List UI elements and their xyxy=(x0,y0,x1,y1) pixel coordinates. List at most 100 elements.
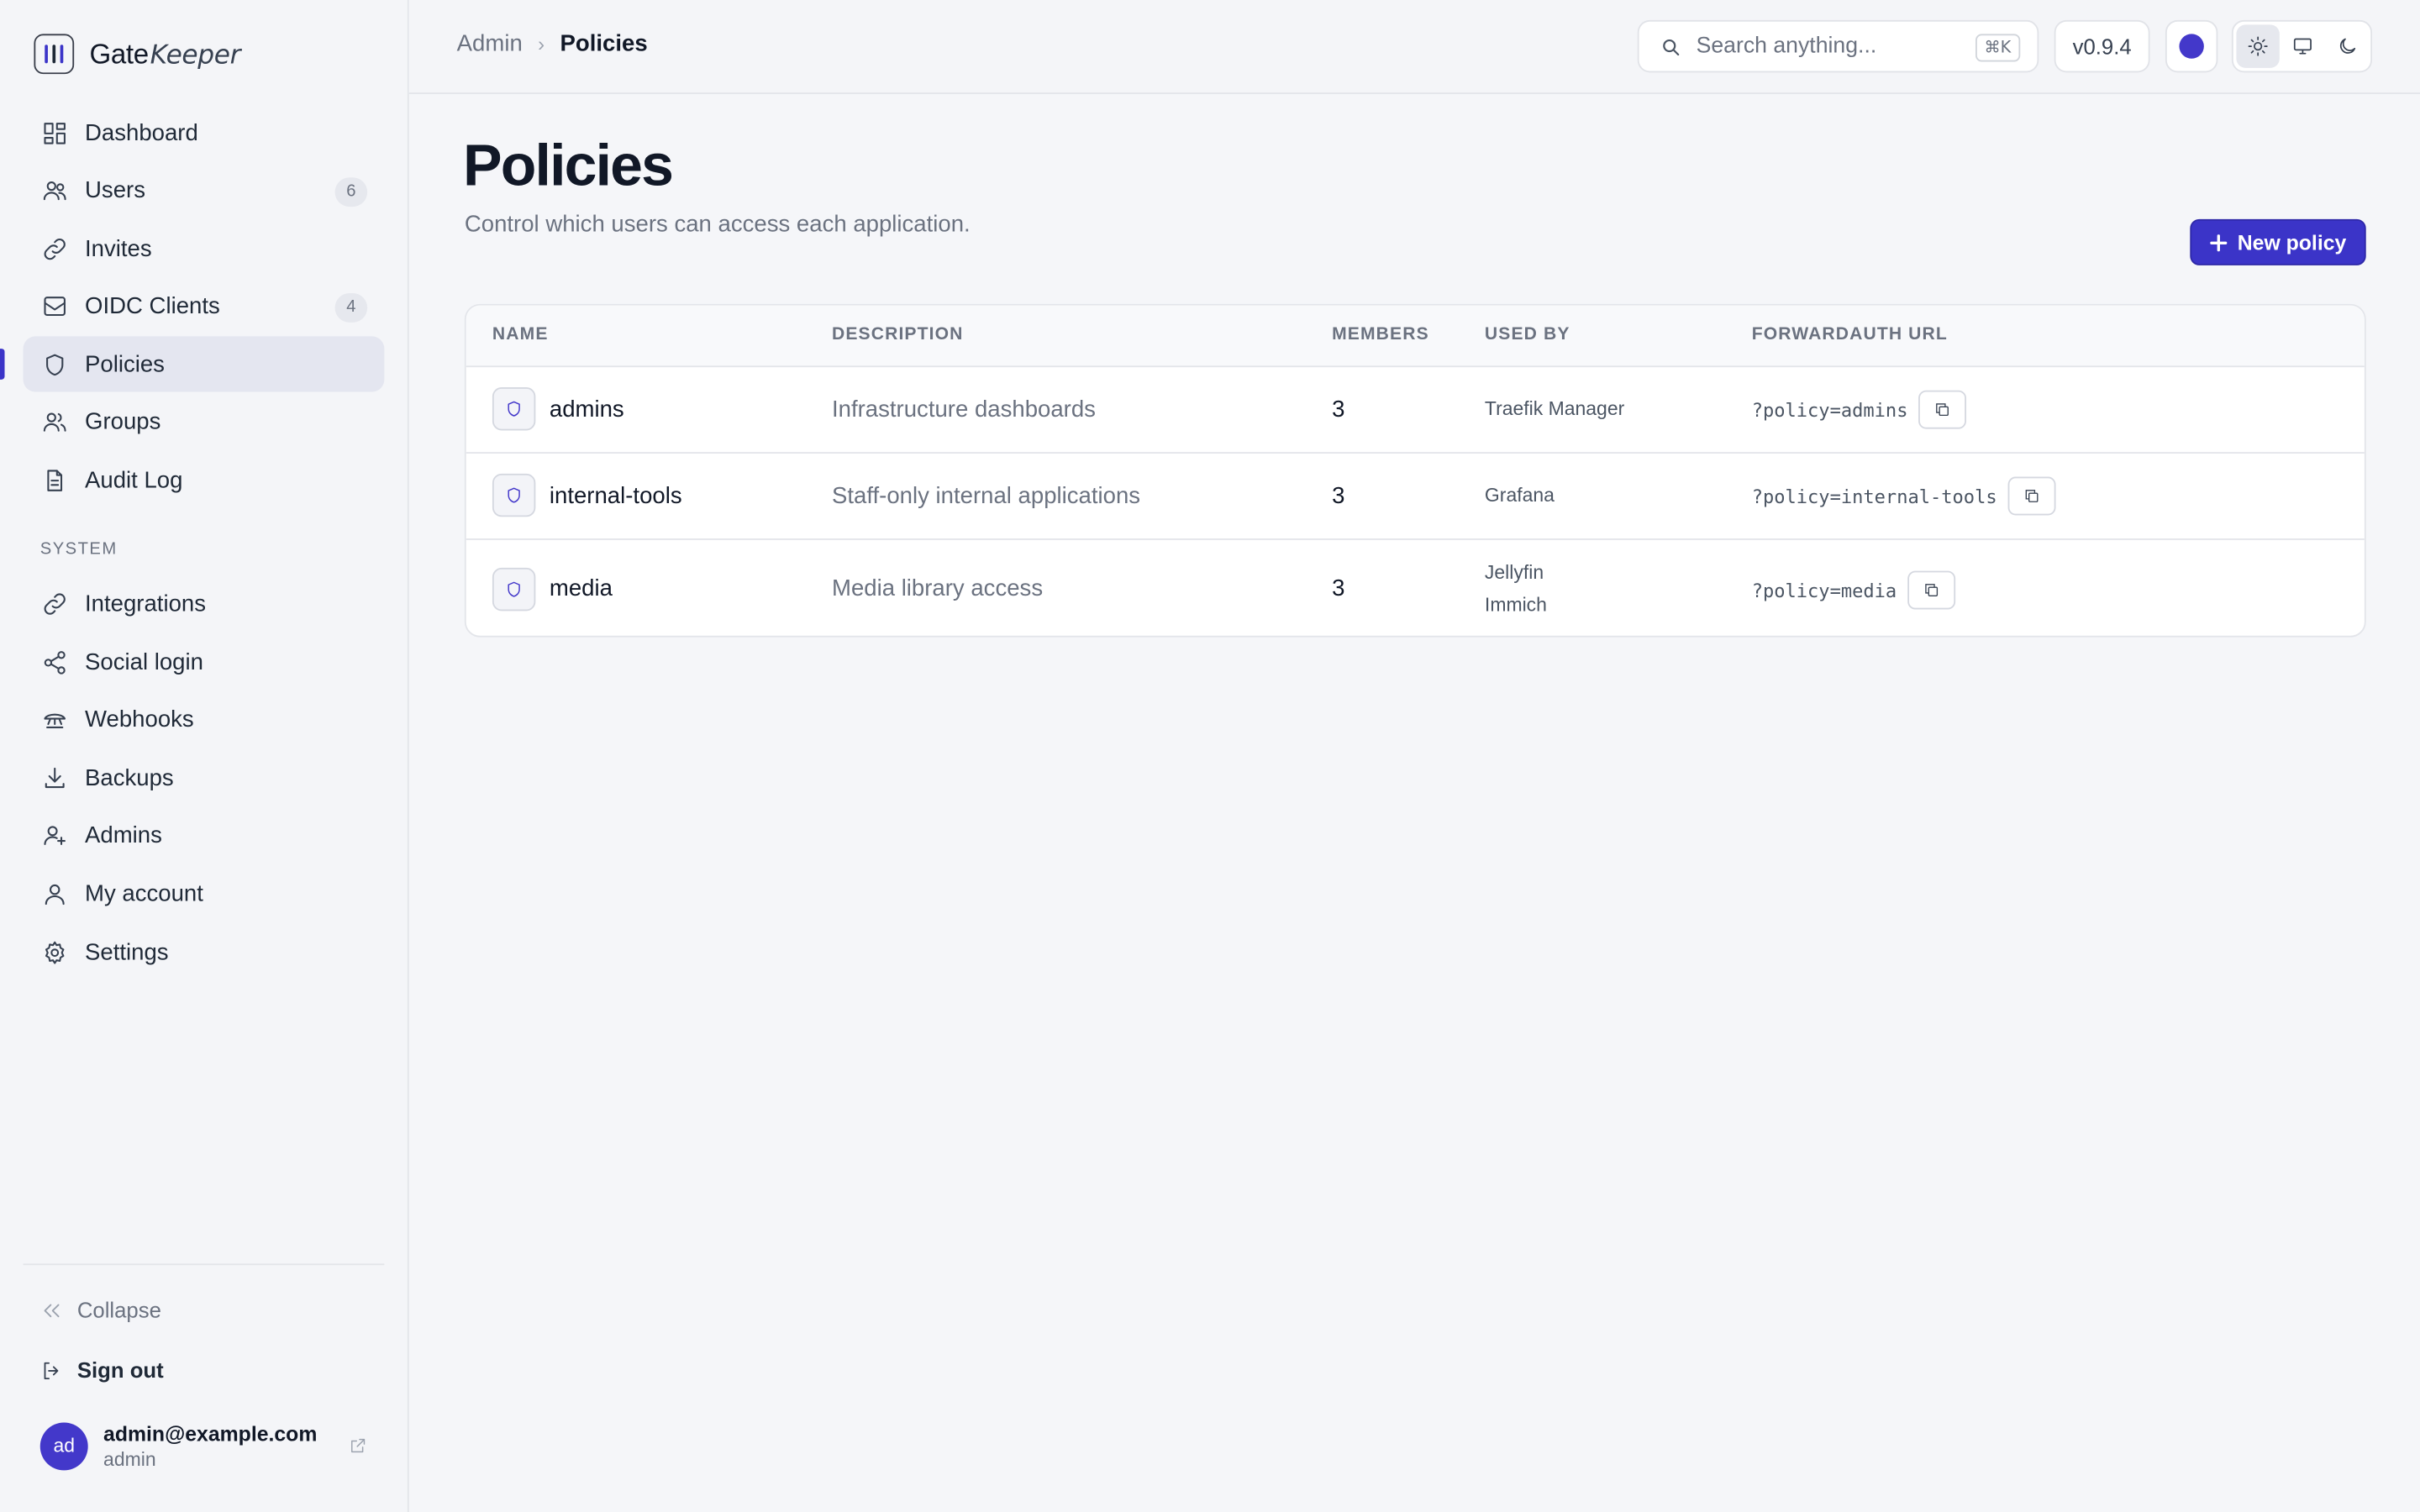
accent-color-swatch xyxy=(2179,34,2204,59)
breadcrumb-admin-link[interactable]: Admin xyxy=(457,31,523,57)
search-placeholder: Search anything... xyxy=(1696,34,1877,59)
policy-name[interactable]: internal-tools xyxy=(550,483,682,509)
sidebar-item-integrations[interactable]: Integrations xyxy=(24,576,385,632)
sidebar-item-webhooks[interactable]: Webhooks xyxy=(24,692,385,748)
sign-out-label: Sign out xyxy=(76,1357,164,1383)
policy-description: Infrastructure dashboards xyxy=(831,396,1096,423)
copy-url-button[interactable] xyxy=(2007,476,2056,516)
sidebar-item-label: Users xyxy=(85,177,145,204)
breadcrumb: Admin › Policies xyxy=(457,31,648,57)
sidebar-item-label: Backups xyxy=(85,764,174,791)
oidc-clients-count-badge: 4 xyxy=(334,292,368,323)
sidebar-item-label: Dashboard xyxy=(85,119,198,146)
policy-name[interactable]: media xyxy=(550,575,613,601)
sidebar-item-admins[interactable]: Admins xyxy=(24,808,385,864)
sidebar-item-label: Settings xyxy=(85,938,169,966)
system-theme-button[interactable] xyxy=(2281,24,2324,67)
copy-icon xyxy=(2025,490,2039,502)
brand[interactable]: Gate Keeper xyxy=(34,34,241,75)
shield-icon xyxy=(492,567,536,612)
new-policy-button[interactable]: New policy xyxy=(2190,218,2366,265)
gatekeeper-logo-icon xyxy=(34,34,75,75)
chevrons-left-icon xyxy=(44,1303,60,1317)
copy-url-button[interactable] xyxy=(1918,390,1967,429)
shield-icon xyxy=(492,473,536,517)
plus-icon xyxy=(2209,234,2227,251)
policy-url: ?policy=internal-tools xyxy=(1752,476,2056,516)
table-header: NAME DESCRIPTION MEMBERS USED BY FORWARD… xyxy=(466,305,2365,368)
copy-url-button[interactable] xyxy=(1907,570,1955,610)
collapse-button[interactable]: Collapse xyxy=(40,1298,161,1322)
page-title: Policies xyxy=(463,134,674,199)
column-header-members[interactable]: MEMBERS xyxy=(1332,326,1429,344)
collapse-label: Collapse xyxy=(76,1297,161,1323)
sidebar-item-invites[interactable]: Invites xyxy=(24,221,385,276)
system-section-label: SYSTEM xyxy=(39,539,118,559)
sidebar-item-label: Integrations xyxy=(85,591,207,617)
dashboard-icon xyxy=(40,118,68,146)
policy-used-by: Traefik Manager xyxy=(1485,393,1624,426)
breadcrumb-current: Policies xyxy=(560,30,648,57)
accent-color-button[interactable] xyxy=(2165,19,2218,73)
sidebar-item-label: Groups xyxy=(85,409,161,436)
users-icon xyxy=(40,176,68,204)
sidebar-divider xyxy=(23,1263,385,1266)
policy-members: 3 xyxy=(1332,396,1345,423)
account-card[interactable]: ad admin@example.com admin xyxy=(39,1416,371,1475)
account-role: admin xyxy=(103,1447,156,1470)
version-badge[interactable]: v0.9.4 xyxy=(2054,19,2150,73)
policy-url: ?policy=media xyxy=(1752,570,1955,610)
sidebar-nav: Dashboard Users 6 Invites OIDC Clients 4… xyxy=(0,105,385,983)
sidebar-item-social-login[interactable]: Social login xyxy=(24,634,385,690)
avatar: ad xyxy=(39,1421,88,1470)
document-icon xyxy=(40,467,68,495)
used-by-app: Traefik Manager xyxy=(1484,397,1625,420)
dark-theme-button[interactable] xyxy=(2326,24,2369,67)
table-row[interactable]: admins Infrastructure dashboards 3 Traef… xyxy=(466,367,2365,454)
brand-name: Gate Keeper xyxy=(89,37,241,71)
column-header-description[interactable]: DESCRIPTION xyxy=(832,326,963,344)
policy-used-by: Grafana xyxy=(1485,480,1555,512)
sidebar-item-label: Webhooks xyxy=(85,706,194,733)
column-header-forwardauth-url[interactable]: FORWARDAUTH URL xyxy=(1752,326,1948,344)
column-header-used-by[interactable]: USED BY xyxy=(1485,326,1570,344)
policy-members: 3 xyxy=(1332,575,1345,602)
theme-switcher xyxy=(2231,19,2373,73)
policy-description: Staff-only internal applications xyxy=(831,482,1141,510)
light-theme-button[interactable] xyxy=(2236,24,2280,68)
users-count-badge: 6 xyxy=(334,176,368,207)
table-row[interactable]: internal-tools Staff-only internal appli… xyxy=(466,454,2365,540)
monitor-icon xyxy=(2293,38,2312,55)
policy-description: Media library access xyxy=(831,575,1044,602)
search-input[interactable]: Search anything... ⌘K xyxy=(1637,19,2039,73)
account-email: admin@example.com xyxy=(103,1421,318,1446)
sidebar-item-label: Admins xyxy=(85,822,162,850)
sidebar-item-groups[interactable]: Groups xyxy=(24,395,385,450)
sidebar-item-audit-log[interactable]: Audit Log xyxy=(24,453,385,508)
sidebar-item-label: Policies xyxy=(85,351,165,378)
top-bar: Admin › Policies Search anything... ⌘K v… xyxy=(408,0,2420,95)
main-content: Policies Control which users can access … xyxy=(409,94,2420,1512)
sidebar-item-label: My account xyxy=(85,880,203,908)
sidebar-item-dashboard[interactable]: Dashboard xyxy=(24,105,385,160)
new-policy-label: New policy xyxy=(2237,230,2347,255)
sidebar-item-label: Invites xyxy=(85,235,152,262)
sidebar-item-policies[interactable]: Policies xyxy=(0,337,385,393)
sidebar-item-backups[interactable]: Backups xyxy=(24,750,385,806)
table-row[interactable]: media Media library access 3 Jellyfin Im… xyxy=(466,540,2365,636)
sidebar-item-oidc-clients[interactable]: OIDC Clients 4 xyxy=(24,279,385,334)
policy-members: 3 xyxy=(1332,482,1345,510)
external-link-icon[interactable] xyxy=(349,1435,367,1453)
column-header-name[interactable]: NAME xyxy=(492,326,549,344)
policy-name[interactable]: admins xyxy=(550,396,624,423)
copy-icon xyxy=(1925,584,1938,596)
sidebar-item-settings[interactable]: Settings xyxy=(24,924,385,979)
share-icon xyxy=(40,648,68,676)
sign-out-button[interactable]: Sign out xyxy=(40,1357,164,1383)
used-by-app: Jellyfin xyxy=(1484,561,1544,584)
sidebar-item-users[interactable]: Users 6 xyxy=(24,163,385,218)
sidebar-item-my-account[interactable]: My account xyxy=(24,866,385,921)
policy-used-by: Jellyfin Immich xyxy=(1485,557,1547,622)
search-shortcut-hint: ⌘K xyxy=(1975,34,2021,62)
policies-table: NAME DESCRIPTION MEMBERS USED BY FORWARD… xyxy=(464,303,2366,638)
